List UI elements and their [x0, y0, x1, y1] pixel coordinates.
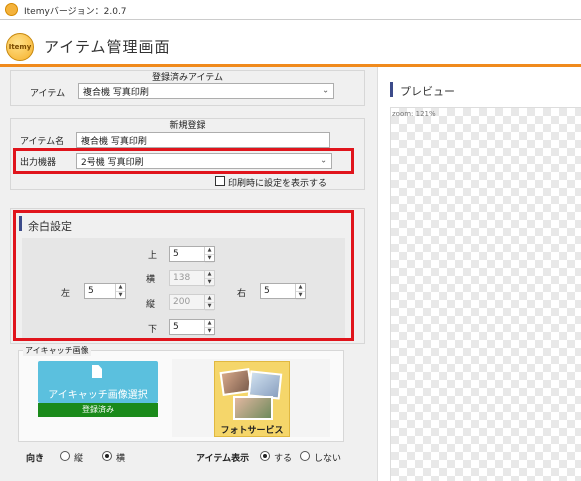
orientation-landscape-label: 横	[116, 454, 126, 464]
orientation-portrait-label: 縦	[74, 454, 84, 464]
highlight-margin-box	[13, 210, 354, 341]
photo-image	[233, 396, 273, 420]
app-icon	[5, 3, 18, 16]
eyecatch-select-button[interactable]: アイキャッチ画像選択	[38, 361, 158, 403]
eyecatch-status-badge: 登録済み	[38, 403, 158, 417]
print-setting-checkbox-label: 印刷時に設定を表示する	[228, 179, 328, 189]
highlight-device-box	[13, 148, 354, 174]
window-title: Itemyバージョン：2.0.7	[24, 7, 127, 17]
orientation-portrait-radio[interactable]	[60, 451, 70, 461]
preview-canvas[interactable]	[390, 107, 581, 481]
registered-item-select[interactable]: 複合機 写真印刷 ⌄	[78, 83, 334, 99]
new-registration-title: 新規登録	[169, 121, 206, 131]
eyecatch-select-label: アイキャッチ画像選択	[48, 390, 148, 401]
registered-item-value: 複合機 写真印刷	[83, 87, 149, 98]
item-name-input[interactable]: 複合機 写真印刷	[76, 132, 330, 148]
thumbnail-caption: フォトサービス	[220, 426, 284, 436]
zoom-readout: zoom: 121%	[392, 110, 436, 118]
orientation-landscape-radio[interactable]	[102, 451, 112, 461]
item-display-off-radio[interactable]	[300, 451, 310, 461]
print-setting-checkbox[interactable]	[215, 176, 225, 186]
section-accent-bar	[390, 82, 393, 97]
eyecatch-title: アイキャッチ画像	[23, 345, 91, 356]
registered-group-title: 登録済みアイテム	[151, 73, 224, 83]
item-name-value: 複合機 写真印刷	[81, 136, 147, 147]
page-title: アイテム管理画面	[44, 38, 171, 56]
chevron-down-icon: ⌄	[322, 85, 329, 95]
document-icon	[92, 365, 102, 378]
app-logo: Itemy	[6, 33, 34, 61]
item-display-on-radio[interactable]	[260, 451, 270, 461]
item-display-on-label: する	[274, 454, 293, 464]
item-display-label: アイテム表示	[196, 454, 250, 464]
item-display-off-label: しない	[314, 454, 342, 464]
window-titlebar: Itemyバージョン：2.0.7	[0, 0, 581, 20]
preview-title: プレビュー	[400, 85, 455, 98]
registered-item-label: アイテム	[30, 89, 66, 99]
orientation-label: 向き	[26, 454, 45, 464]
item-name-label: アイテム名	[20, 137, 65, 147]
eyecatch-thumbnail: フォトサービス	[214, 361, 290, 437]
